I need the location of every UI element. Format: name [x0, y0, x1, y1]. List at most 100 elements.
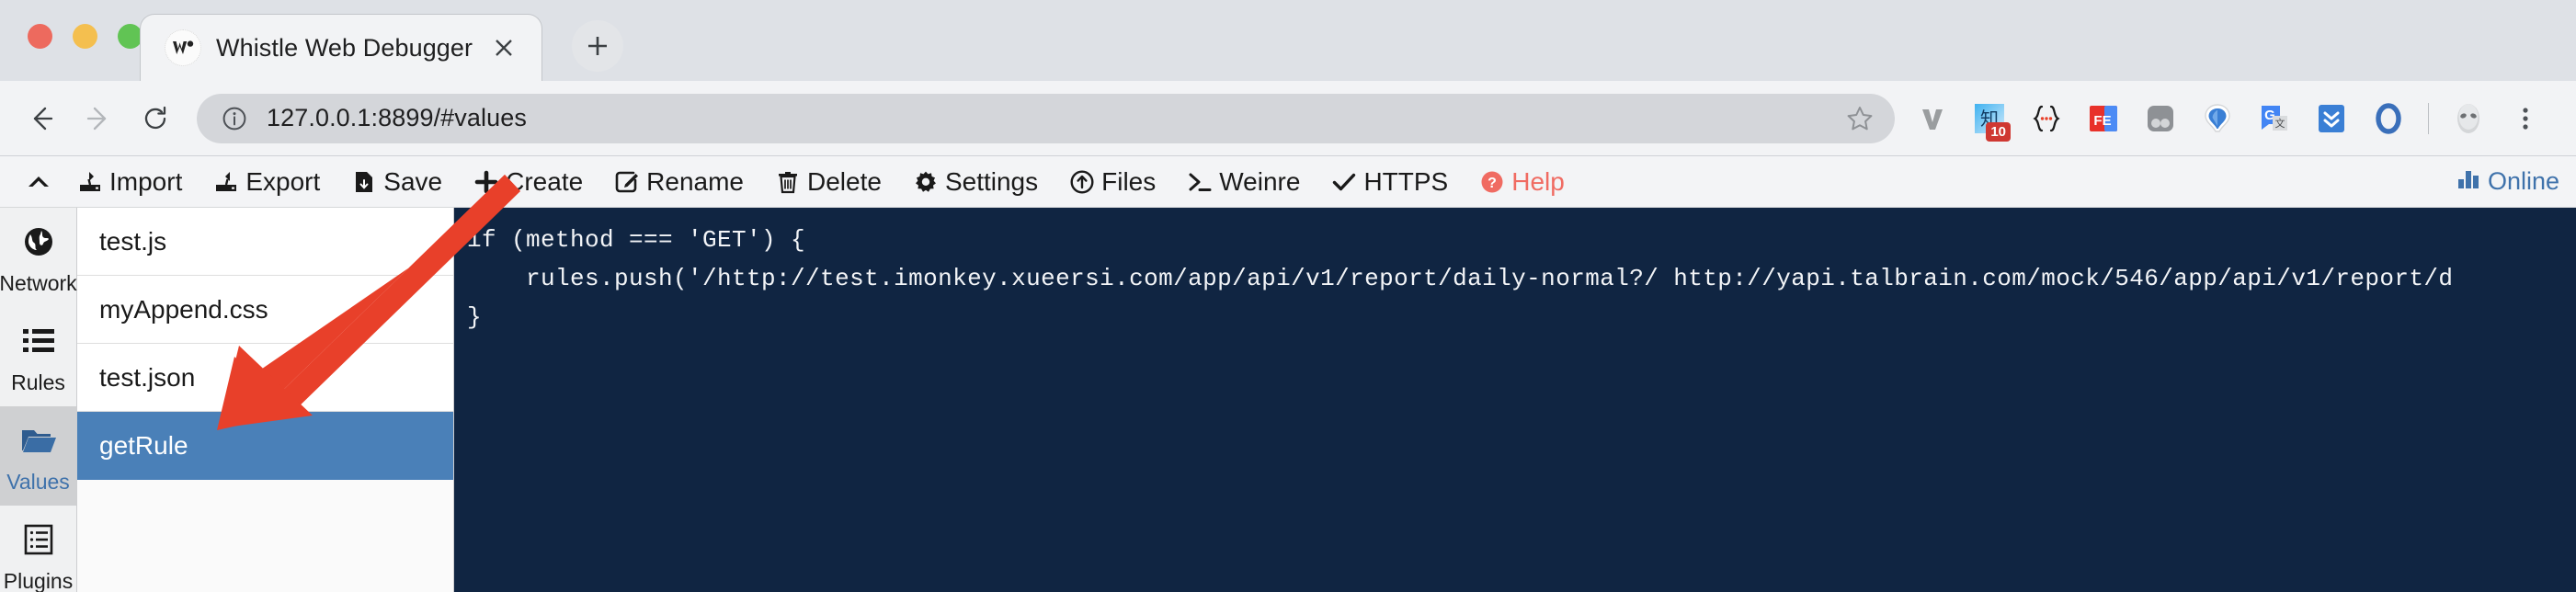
gear-icon	[913, 169, 939, 195]
export-label: Export	[245, 166, 321, 196]
svg-text:?: ?	[1487, 176, 1497, 191]
sidebar-item-values[interactable]: Values	[0, 406, 76, 506]
delete-button[interactable]: Delete	[775, 166, 882, 196]
sidebar-item-rules[interactable]: Rules	[0, 307, 76, 406]
folder-open-icon	[18, 420, 59, 461]
tab-title: Whistle Web Debugger	[216, 33, 473, 62]
vysor-extension-icon[interactable]	[2189, 90, 2246, 147]
save-icon	[351, 169, 377, 195]
tab-strip: Whistle Web Debugger	[0, 0, 2576, 81]
create-label: Create	[506, 166, 584, 196]
file-name: test.json	[99, 362, 196, 392]
window-close-button[interactable]	[28, 24, 52, 49]
list-item-selected[interactable]: getRule	[77, 412, 453, 480]
window-traffic-lights	[28, 24, 142, 49]
whistle-w-logo-icon	[165, 29, 201, 66]
code-line: }	[467, 303, 483, 331]
plugins-list-icon	[18, 519, 59, 560]
rename-button[interactable]: Rename	[614, 166, 745, 196]
sidebar-item-label: Values	[6, 469, 70, 494]
browser-tab[interactable]: Whistle Web Debugger	[140, 14, 542, 81]
reload-icon[interactable]	[127, 90, 184, 147]
import-button[interactable]: Import	[77, 166, 183, 196]
settings-button[interactable]: Settings	[913, 166, 1039, 196]
json-formatter-extension-icon[interactable]	[2018, 90, 2075, 147]
toolbar-divider	[2428, 102, 2429, 134]
sidebar-item-plugins[interactable]: Plugins	[0, 506, 76, 592]
browser-navbar: 127.0.0.1:8899/#values 知 10 FE G 文	[0, 81, 2576, 156]
profile-avatar-icon[interactable]	[2440, 90, 2497, 147]
close-icon[interactable]	[486, 30, 521, 65]
file-name: getRule	[99, 430, 188, 460]
check-icon	[1331, 169, 1357, 195]
plus-icon	[473, 169, 499, 195]
help-button[interactable]: ? Help	[1479, 166, 1565, 196]
https-button[interactable]: HTTPS	[1331, 166, 1449, 196]
sidebar: Network Rules Values Plugins	[0, 208, 77, 592]
import-label: Import	[109, 166, 183, 196]
address-bar-url[interactable]: 127.0.0.1:8899/#values	[267, 104, 1838, 132]
export-icon	[213, 169, 239, 195]
import-icon	[77, 169, 103, 195]
vimium-extension-icon[interactable]	[1904, 90, 1961, 147]
window-minimize-button[interactable]	[73, 24, 97, 49]
list-icon	[18, 321, 59, 361]
list-item[interactable]: myAppend.css	[77, 276, 453, 344]
file-list-empty-area	[77, 480, 453, 592]
sidebar-item-label: Plugins	[3, 568, 74, 592]
app-body: Network Rules Values Plugins test.js myA…	[0, 208, 2576, 592]
code-editor[interactable]: if (method === 'GET') { rules.push('/htt…	[454, 208, 2576, 592]
opera-extension-icon[interactable]	[2360, 90, 2417, 147]
bookmark-star-icon[interactable]	[1838, 97, 1882, 141]
save-label: Save	[383, 166, 443, 196]
question-circle-icon: ?	[1479, 169, 1505, 195]
delete-label: Delete	[807, 166, 882, 196]
rename-icon	[614, 169, 640, 195]
terminal-icon	[1187, 169, 1213, 195]
code-line: if (method === 'GET') {	[467, 226, 806, 254]
extension-badge-count: 10	[1986, 121, 2011, 142]
files-button[interactable]: Files	[1069, 168, 1156, 195]
help-label: Help	[1511, 166, 1565, 196]
upload-circle-icon	[1069, 169, 1095, 195]
status-label: Online	[2487, 167, 2559, 195]
list-item[interactable]: test.js	[77, 208, 453, 276]
downloader-extension-icon[interactable]	[2303, 90, 2360, 147]
weinre-label: Weinre	[1219, 166, 1301, 196]
forward-arrow-icon[interactable]	[70, 90, 127, 147]
google-translate-extension-icon[interactable]: G 文	[2246, 90, 2303, 147]
zhihu-extension-icon[interactable]: 知 10	[1961, 90, 2018, 147]
three-dot-menu-icon[interactable]	[2497, 90, 2554, 147]
chevron-up-icon[interactable]	[20, 164, 57, 200]
list-item[interactable]: test.json	[77, 344, 453, 412]
whistle-toolbar: Import Export Save Create Rename Delete …	[0, 156, 2576, 208]
new-tab-button[interactable]	[572, 20, 623, 72]
trash-icon	[775, 169, 801, 195]
code-line: rules.push('/http://test.imonkey.xueersi…	[467, 265, 2454, 292]
rename-label: Rename	[646, 166, 745, 196]
extension-toolbar: 知 10 FE G 文	[1904, 90, 2554, 147]
values-file-list: test.js myAppend.css test.json getRule	[77, 208, 454, 592]
export-button[interactable]: Export	[213, 166, 321, 196]
sidebar-item-label: Rules	[11, 370, 65, 394]
settings-label: Settings	[944, 166, 1039, 196]
address-bar[interactable]: 127.0.0.1:8899/#values	[197, 93, 1895, 143]
globe-icon	[18, 222, 59, 262]
save-button[interactable]: Save	[351, 166, 443, 196]
file-name: myAppend.css	[99, 294, 268, 324]
https-label: HTTPS	[1363, 166, 1449, 196]
file-name: test.js	[99, 226, 167, 256]
flickr-extension-icon[interactable]	[2132, 90, 2189, 147]
status-badge[interactable]: Online	[2456, 167, 2559, 196]
info-circle-icon[interactable]	[219, 103, 250, 134]
create-button[interactable]: Create	[473, 166, 584, 196]
weinre-button[interactable]: Weinre	[1187, 166, 1301, 196]
plus-icon	[588, 37, 607, 55]
window-maximize-button[interactable]	[118, 24, 142, 49]
back-arrow-icon[interactable]	[13, 90, 70, 147]
svg-text:文: 文	[2275, 117, 2285, 130]
fehelper-extension-icon[interactable]: FE	[2075, 90, 2132, 147]
browser-window: Whistle Web Debugger 127.0.0.1:8899/#val…	[0, 0, 2576, 592]
sidebar-item-network[interactable]: Network	[0, 208, 77, 307]
svg-text:FE: FE	[2093, 113, 2111, 129]
